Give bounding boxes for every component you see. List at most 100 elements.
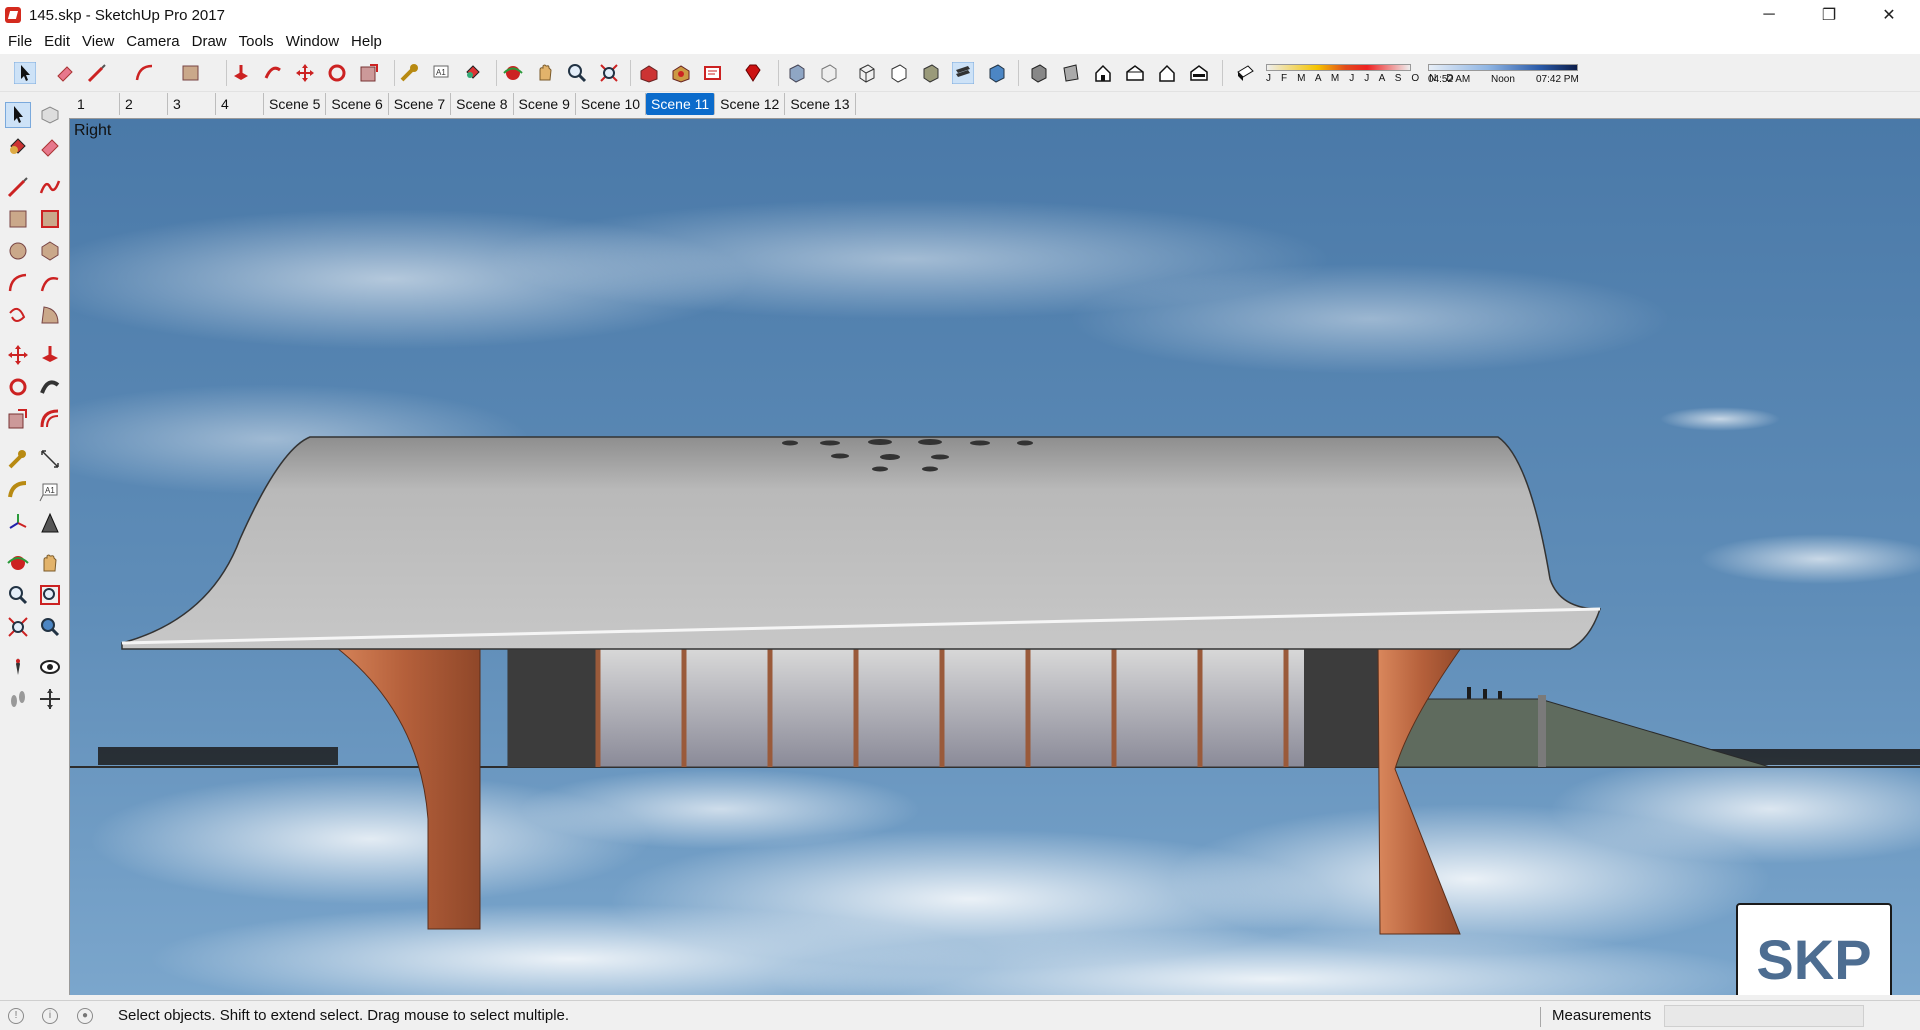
menu-tools[interactable]: Tools [233, 30, 280, 54]
follow-me-icon[interactable] [262, 62, 284, 84]
three-point-arc-icon[interactable] [6, 303, 30, 327]
menu-window[interactable]: Window [280, 30, 345, 54]
geo-location-icon[interactable]: ! [8, 1008, 24, 1024]
scene-tab-1[interactable]: 1 [72, 93, 120, 115]
3d-text-icon[interactable] [38, 511, 62, 535]
back-edges-icon[interactable] [818, 62, 840, 84]
orbit-tool-icon[interactable] [6, 551, 30, 575]
follow-me-icon[interactable] [38, 375, 62, 399]
time-slider[interactable] [1428, 64, 1578, 71]
menu-file[interactable]: File [2, 30, 38, 54]
shaded-textures-icon[interactable] [952, 62, 974, 84]
zoom-tool-icon[interactable] [6, 583, 30, 607]
maximize-button[interactable]: ❐ [1800, 0, 1858, 30]
pie-tool-icon[interactable] [38, 303, 62, 327]
freehand-tool-icon[interactable] [38, 175, 62, 199]
arc-tool-icon[interactable] [134, 62, 156, 84]
polygon-tool-icon[interactable] [38, 239, 62, 263]
move-tool-icon[interactable] [6, 343, 30, 367]
scale-tool-icon[interactable] [358, 62, 380, 84]
select-tool-icon[interactable] [14, 62, 36, 84]
text-tool-icon[interactable]: A1 [430, 62, 452, 84]
line-tool-icon[interactable] [86, 62, 108, 84]
menu-draw[interactable]: Draw [186, 30, 233, 54]
scene-tab-10[interactable]: Scene 10 [576, 93, 647, 115]
scene-tab-11[interactable]: Scene 11 [646, 93, 716, 115]
layout-send-icon[interactable] [702, 62, 724, 84]
zoom-extents-icon[interactable] [6, 615, 30, 639]
shadows-toggle-icon[interactable] [1234, 62, 1256, 84]
zoom-extents-icon[interactable] [598, 62, 620, 84]
user-account-icon[interactable]: ● [77, 1008, 93, 1024]
walk-tool-icon[interactable] [6, 687, 30, 711]
pan-tool-icon[interactable] [38, 551, 62, 575]
push-pull-icon[interactable] [230, 62, 252, 84]
ruby-console-icon[interactable] [742, 62, 764, 84]
scene-tab-4[interactable]: 4 [216, 93, 264, 115]
right-view-icon[interactable] [1124, 62, 1146, 84]
minimize-button[interactable]: ─ [1740, 0, 1798, 30]
scene-tab-9[interactable]: Scene 9 [514, 93, 576, 115]
iso-view-icon[interactable] [1028, 62, 1050, 84]
zoom-tool-icon[interactable] [566, 62, 588, 84]
section-plane-icon[interactable] [38, 687, 62, 711]
xray-style-icon[interactable] [786, 62, 808, 84]
offset-tool-icon[interactable] [38, 407, 62, 431]
rotate-tool-icon[interactable] [326, 62, 348, 84]
measurements-input[interactable] [1664, 1005, 1864, 1027]
eraser-icon[interactable] [38, 135, 62, 159]
menu-camera[interactable]: Camera [120, 30, 185, 54]
axes-tool-icon[interactable] [6, 511, 30, 535]
scene-tab-5[interactable]: Scene 5 [264, 93, 327, 115]
look-around-icon[interactable] [38, 655, 62, 679]
front-view-icon[interactable] [1092, 62, 1114, 84]
pan-tool-icon[interactable] [534, 62, 556, 84]
back-view-icon[interactable] [1156, 62, 1178, 84]
scene-tab-2[interactable]: 2 [120, 93, 168, 115]
3d-warehouse-icon[interactable] [638, 62, 660, 84]
zoom-window-icon[interactable] [38, 583, 62, 607]
left-view-icon[interactable] [1188, 62, 1210, 84]
previous-view-icon[interactable] [38, 615, 62, 639]
protractor-icon[interactable] [6, 479, 30, 503]
shaded-icon[interactable] [920, 62, 942, 84]
scene-tab-12[interactable]: Scene 12 [715, 93, 786, 115]
menu-help[interactable]: Help [345, 30, 388, 54]
two-point-arc-icon[interactable] [38, 271, 62, 295]
rectangle-tool-icon[interactable] [180, 62, 202, 84]
scene-tab-3[interactable]: 3 [168, 93, 216, 115]
top-view-icon[interactable] [1060, 62, 1082, 84]
scene-tab-7[interactable]: Scene 7 [389, 93, 452, 115]
scale-tool-icon[interactable] [6, 407, 30, 431]
menu-edit[interactable]: Edit [38, 30, 76, 54]
extension-warehouse-icon[interactable] [670, 62, 692, 84]
menu-view[interactable]: View [76, 30, 120, 54]
scene-tab-6[interactable]: Scene 6 [326, 93, 389, 115]
hidden-line-icon[interactable] [888, 62, 910, 84]
push-pull-icon[interactable] [38, 343, 62, 367]
position-camera-icon[interactable] [6, 655, 30, 679]
circle-tool-icon[interactable] [6, 239, 30, 263]
eraser-icon[interactable] [54, 62, 76, 84]
credits-icon[interactable]: i [42, 1008, 58, 1024]
line-tool-icon[interactable] [6, 175, 30, 199]
close-button[interactable]: ✕ [1860, 0, 1918, 30]
arc-tool-icon[interactable] [6, 271, 30, 295]
orbit-tool-icon[interactable] [502, 62, 524, 84]
tape-measure-icon[interactable] [398, 62, 420, 84]
move-tool-icon[interactable] [294, 62, 316, 84]
month-slider[interactable] [1266, 64, 1411, 71]
rotate-tool-icon[interactable] [6, 375, 30, 399]
tape-measure-icon[interactable] [6, 447, 30, 471]
model-viewport[interactable]: Right SKP [69, 118, 1920, 995]
paint-bucket-icon[interactable] [462, 62, 484, 84]
scene-tab-13[interactable]: Scene 13 [785, 93, 856, 115]
paint-bucket-icon[interactable] [6, 135, 30, 159]
rectangle-tool-icon[interactable] [6, 207, 30, 231]
dimension-tool-icon[interactable] [38, 447, 62, 471]
select-tool-icon[interactable] [5, 102, 31, 128]
text-tool-icon[interactable]: A1 [38, 479, 62, 503]
rotated-rectangle-icon[interactable] [38, 207, 62, 231]
wireframe-icon[interactable] [856, 62, 878, 84]
scene-tab-8[interactable]: Scene 8 [451, 93, 514, 115]
